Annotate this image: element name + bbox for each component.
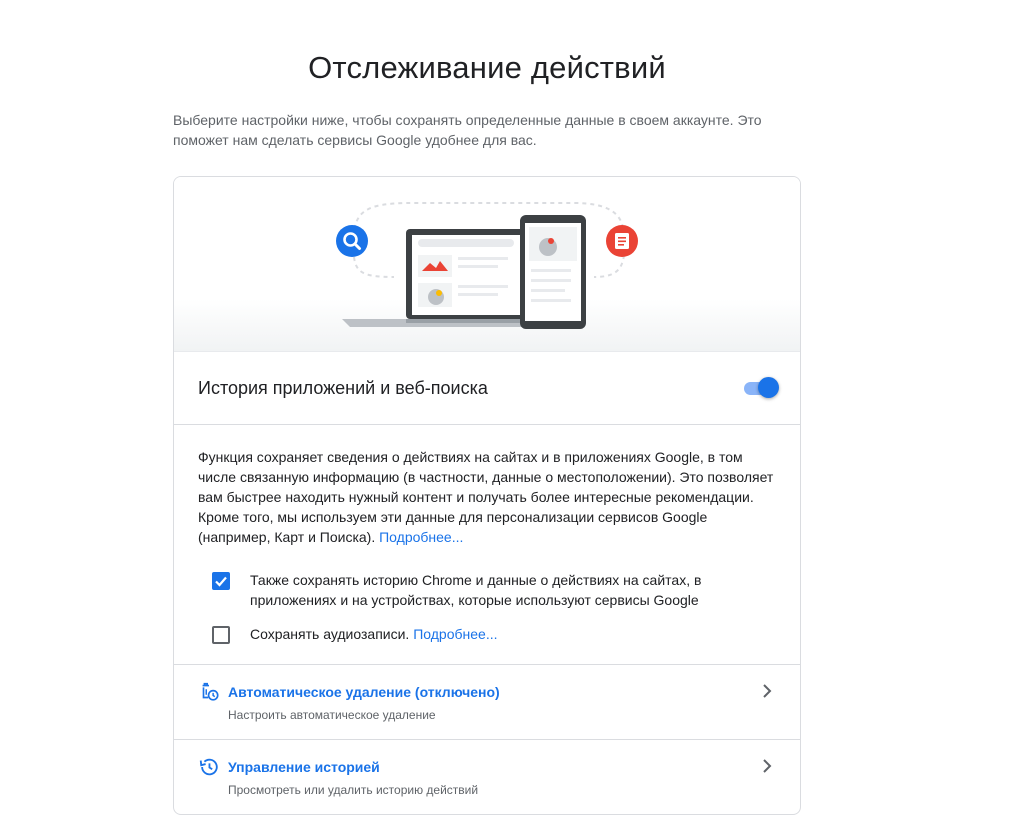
audio-recording-label-wrap: Сохранять аудиозаписи. Подробнее... <box>250 624 740 644</box>
activity-card: История приложений и веб-поиска Функция … <box>173 176 801 815</box>
history-icon <box>198 756 220 778</box>
hero-illustration <box>174 177 800 352</box>
setting-title: История приложений и веб-поиска <box>198 378 488 398</box>
web-app-activity-row: История приложений и веб-поиска <box>174 352 800 425</box>
audio-recording-label: Сохранять аудиозаписи. <box>250 626 410 642</box>
chrome-history-label: Также сохранять историю Chrome и данные … <box>250 572 702 608</box>
page-title: Отслеживание действий <box>308 50 666 85</box>
activity-toggle[interactable] <box>742 377 779 399</box>
auto-delete-row[interactable]: Автоматическое удаление (отключено) Наст… <box>174 664 800 739</box>
audio-recording-option: Сохранять аудиозаписи. Подробнее... <box>212 624 740 644</box>
auto-delete-title: Автоматическое удаление (отключено) <box>228 684 500 700</box>
auto-delete-subtitle: Настроить автоматическое удаление <box>228 708 436 722</box>
description-text: Функция сохраняет сведения о действиях н… <box>198 449 774 545</box>
manage-history-subtitle: Просмотреть или удалить историю действий <box>228 783 479 797</box>
check-icon <box>215 576 227 587</box>
intro-text: Выберите настройки ниже, чтобы сохранять… <box>173 112 762 148</box>
auto-delete-icon <box>198 681 220 703</box>
manage-history-title: Управление историей <box>228 759 380 775</box>
devices-illustration <box>342 202 625 329</box>
chrome-history-option: Также сохранять историю Chrome и данные … <box>212 570 740 610</box>
chrome-history-checkbox[interactable] <box>212 572 230 590</box>
toggle-thumb <box>758 377 779 398</box>
chevron-right-icon <box>763 684 772 698</box>
document-icon <box>606 225 638 257</box>
learn-more-link[interactable]: Подробнее... <box>379 529 463 545</box>
manage-history-row[interactable]: Управление историей Просмотреть или удал… <box>174 739 800 814</box>
chevron-right-icon <box>763 759 772 773</box>
audio-learn-more-link[interactable]: Подробнее... <box>413 626 497 642</box>
setting-description: Функция сохраняет сведения о действиях н… <box>198 447 778 547</box>
audio-recording-checkbox[interactable] <box>212 626 230 644</box>
search-icon <box>336 225 368 257</box>
